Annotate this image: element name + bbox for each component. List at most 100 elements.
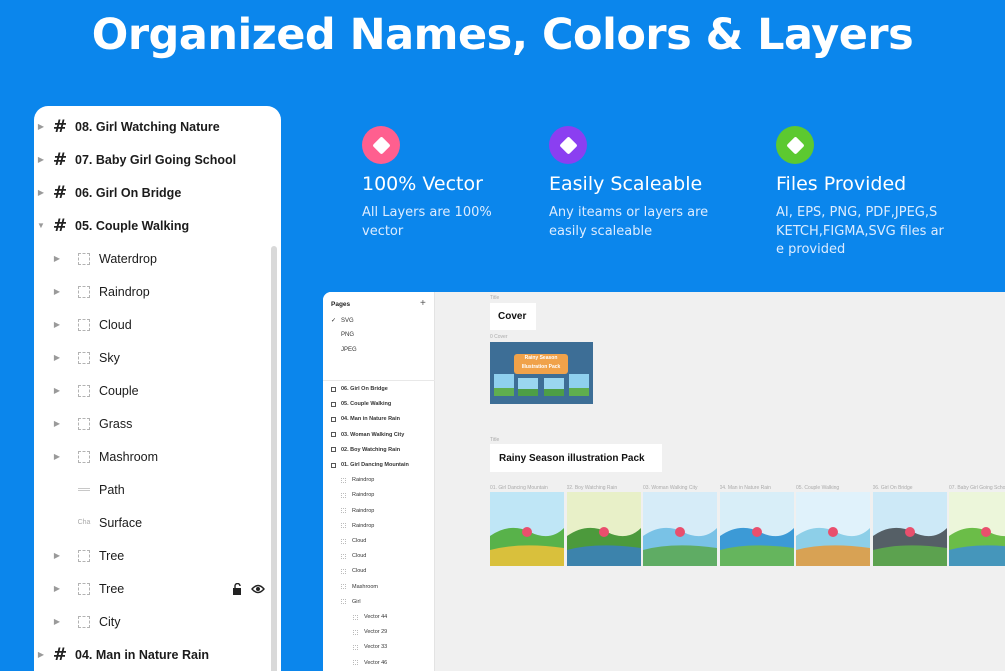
illustration-thumbnail[interactable] [566, 492, 641, 566]
chevron-right-icon[interactable]: ▶ [52, 584, 62, 593]
page-item[interactable]: PNG [331, 332, 354, 338]
check-icon: ✓ [331, 318, 337, 324]
layer-row[interactable]: ▶ Couple [34, 374, 281, 407]
eye-icon[interactable] [251, 584, 265, 594]
text-layer-icon: Cha [77, 519, 91, 526]
page-label: PNG [341, 332, 355, 338]
layer-row[interactable]: ▶ City [34, 605, 281, 638]
figma-vector-row[interactable]: Vector 44 [353, 614, 387, 620]
chevron-right-icon[interactable]: ▶ [52, 287, 62, 296]
frame-icon: # [52, 215, 68, 236]
layer-row[interactable]: Cha Surface [34, 506, 281, 539]
figma-layer-row[interactable]: Raindrop [341, 492, 374, 498]
figma-layer-row[interactable]: Raindrop [341, 477, 374, 483]
figma-frame-row[interactable]: 05. Couple Walking [331, 401, 391, 407]
cover-title-card[interactable]: Cover [490, 303, 536, 330]
chevron-right-icon[interactable]: ▶ [52, 419, 62, 428]
layer-row[interactable]: ▶ Cloud [34, 308, 281, 341]
illustration-thumbnail[interactable] [719, 492, 794, 566]
layer-row[interactable]: ▶ Tree [34, 572, 281, 605]
chevron-right-icon[interactable]: ▶ [52, 254, 62, 263]
illustration-thumbnail[interactable] [949, 492, 1005, 566]
group-icon [76, 384, 92, 397]
add-page-icon[interactable]: + [420, 298, 426, 309]
scene-image [719, 492, 794, 566]
figma-frame-row[interactable]: 06. Girl On Bridge [331, 386, 388, 392]
layer-frame-row[interactable]: ▶ #04. Man in Nature Rain [34, 638, 281, 671]
thumbnail-label: 02. Boy Watching Rain [566, 485, 618, 491]
frame-icon [331, 432, 336, 438]
frame-icon [331, 401, 336, 407]
chevron-right-icon[interactable]: ▶ [52, 353, 62, 362]
thumbnail-label: 01. Girl Dancing Mountain [490, 485, 548, 491]
chevron-right-icon[interactable]: ▶ [36, 188, 46, 197]
figma-layer-row[interactable]: Cloud [341, 538, 366, 544]
chevron-right-icon[interactable]: ▶ [52, 452, 62, 461]
figma-layer-row[interactable]: Cloud [341, 568, 366, 574]
scene-image [566, 492, 641, 566]
layer-row[interactable]: ▶ Waterdrop [34, 242, 281, 275]
layer-frame-row[interactable]: ▶ #06. Girl On Bridge [34, 176, 281, 209]
page-item[interactable]: ✓ SVG [331, 317, 354, 324]
layer-frame-row[interactable]: ▶ #07. Baby Girl Going School [34, 143, 281, 176]
chevron-right-icon[interactable]: ▶ [52, 320, 62, 329]
group-icon [341, 492, 346, 498]
illustration-thumbnail[interactable] [490, 492, 564, 566]
illustration-thumbnail[interactable] [643, 492, 717, 566]
vector-icon [353, 629, 358, 635]
layer-label: Sky [99, 350, 120, 365]
page-item[interactable]: JPEG [331, 347, 357, 353]
layer-row[interactable]: ▶ Mashroom [34, 440, 281, 473]
layer-row[interactable]: ▶ Grass [34, 407, 281, 440]
figma-layer-label: Raindrop [352, 477, 375, 484]
layer-label: 04. Man in Nature Rain [75, 647, 210, 662]
layer-label: Cloud [99, 317, 132, 332]
group-icon [341, 584, 346, 590]
group-icon [341, 538, 346, 544]
group-icon [76, 351, 92, 364]
files-icon [776, 126, 814, 164]
chevron-right-icon[interactable]: ▶ [52, 386, 62, 395]
illustration-thumbnail[interactable] [796, 492, 870, 566]
divider [323, 380, 435, 381]
figma-vector-row[interactable]: Vector 29 [353, 629, 387, 635]
layer-row[interactable]: Path [34, 473, 281, 506]
figma-layer-row[interactable]: Raindrop [341, 508, 374, 514]
feature-description: All Layers are 100% vector [362, 205, 492, 239]
group-icon [341, 599, 346, 605]
chevron-right-icon[interactable]: ▶ [36, 650, 46, 659]
figma-frame-row[interactable]: 01. Girl Dancing Mountain [331, 462, 409, 468]
feature-files: Files Provided AI, EPS, PNG, PDF,JPEG,SK… [776, 126, 966, 260]
layer-label: Tree [99, 581, 125, 596]
layer-frame-row[interactable]: ▶ #08. Girl Watching Nature [34, 110, 281, 143]
figma-frame-row[interactable]: 03. Woman Walking City [331, 432, 404, 438]
figma-vector-row[interactable]: Vector 33 [353, 644, 387, 650]
thumbnail-label: 04. Man in Nature Rain [719, 485, 771, 491]
chevron-right-icon[interactable]: ▶ [52, 617, 62, 626]
unlock-icon[interactable] [232, 582, 243, 595]
layer-row[interactable]: ▶ Raindrop [34, 275, 281, 308]
scene-image [643, 492, 717, 566]
chevron-right-icon[interactable]: ▶ [52, 551, 62, 560]
figma-frame-label: 01. Girl Dancing Mountain [341, 462, 409, 468]
figma-frame-label: 06. Girl On Bridge [341, 386, 388, 392]
frame-icon [331, 386, 336, 392]
figma-layer-row[interactable]: Girl [341, 599, 361, 605]
cover-artwork[interactable]: Rainy Season Illustration Pack [490, 342, 593, 404]
layer-row[interactable]: ▶ Sky [34, 341, 281, 374]
layer-row[interactable]: ▶ Tree [34, 539, 281, 572]
figma-frame-row[interactable]: 04. Man in Nature Rain [331, 416, 400, 422]
chevron-down-icon[interactable]: ▼ [36, 221, 46, 230]
vector-path-icon [76, 488, 92, 491]
figma-layer-row[interactable]: Mashroom [341, 584, 378, 590]
layer-label: Waterdrop [99, 251, 157, 266]
figma-frame-row[interactable]: 02. Boy Watching Rain [331, 447, 400, 453]
layer-frame-row[interactable]: ▼ #05. Couple Walking [34, 209, 281, 242]
chevron-right-icon[interactable]: ▶ [36, 155, 46, 164]
figma-layer-row[interactable]: Raindrop [341, 523, 374, 529]
figma-layer-row[interactable]: Cloud [341, 553, 366, 559]
illustration-thumbnail[interactable] [872, 492, 947, 566]
pack-title-card[interactable]: Rainy Season illustration Pack [490, 444, 662, 472]
chevron-right-icon[interactable]: ▶ [36, 122, 46, 131]
figma-vector-row[interactable]: Vector 46 [353, 660, 387, 666]
